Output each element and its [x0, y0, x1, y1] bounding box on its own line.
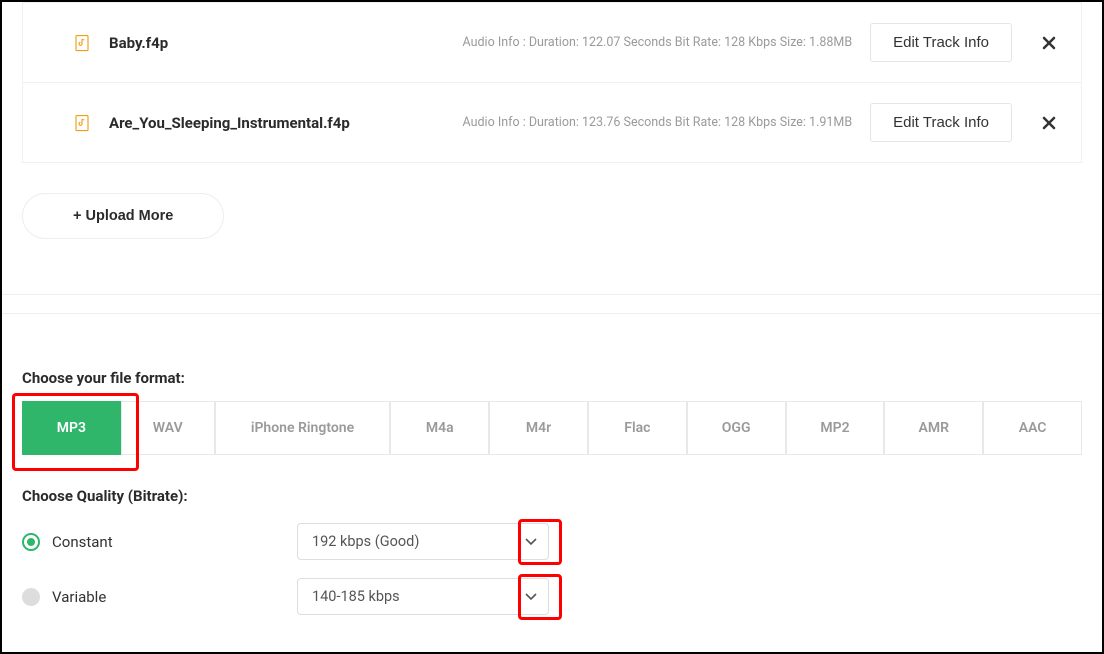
close-icon[interactable]	[1042, 36, 1056, 50]
audio-file-icon	[73, 114, 91, 132]
constant-radio[interactable]	[22, 533, 40, 551]
section-divider	[2, 294, 1102, 314]
edit-track-info-button[interactable]: Edit Track Info	[870, 103, 1012, 142]
format-tab-ogg[interactable]: OGG	[687, 401, 786, 455]
format-tab-mp2[interactable]: MP2	[786, 401, 885, 455]
quality-section-label: Choose Quality (Bitrate):	[22, 487, 1082, 505]
format-tab-m4a[interactable]: M4a	[390, 401, 489, 455]
format-tab-iphone[interactable]: iPhone Ringtone	[215, 401, 391, 455]
format-tab-flac[interactable]: Flac	[588, 401, 687, 455]
format-tab-aac[interactable]: AAC	[983, 401, 1082, 455]
format-section-label: Choose your file format:	[22, 369, 1082, 387]
audio-info: Audio Info : Duration: 123.76 Seconds Bi…	[463, 115, 853, 130]
file-row: Baby.f4p Audio Info : Duration: 122.07 S…	[22, 2, 1082, 83]
variable-radio-label: Variable	[52, 588, 106, 606]
upload-more-button[interactable]: + Upload More	[22, 193, 224, 239]
close-icon[interactable]	[1042, 116, 1056, 130]
audio-info: Audio Info : Duration: 122.07 Seconds Bi…	[463, 35, 853, 50]
variable-bitrate-select[interactable]: 140-185 kbps	[297, 578, 549, 615]
file-name: Baby.f4p	[109, 34, 168, 52]
format-tab-amr[interactable]: AMR	[884, 401, 983, 455]
constant-radio-label: Constant	[52, 533, 113, 551]
file-row: Are_You_Sleeping_Instrumental.f4p Audio …	[22, 83, 1082, 163]
variable-radio[interactable]	[22, 588, 40, 606]
file-name: Are_You_Sleeping_Instrumental.f4p	[109, 114, 350, 132]
constant-bitrate-select[interactable]: 192 kbps (Good)	[297, 523, 549, 560]
format-tab-m4r[interactable]: M4r	[489, 401, 588, 455]
format-tab-mp3[interactable]: MP3	[22, 401, 121, 455]
format-tab-wav[interactable]: WAV	[121, 401, 215, 455]
format-tabs: MP3 WAV iPhone Ringtone M4a M4r Flac OGG…	[22, 401, 1082, 455]
audio-file-icon	[73, 34, 91, 52]
edit-track-info-button[interactable]: Edit Track Info	[870, 23, 1012, 62]
